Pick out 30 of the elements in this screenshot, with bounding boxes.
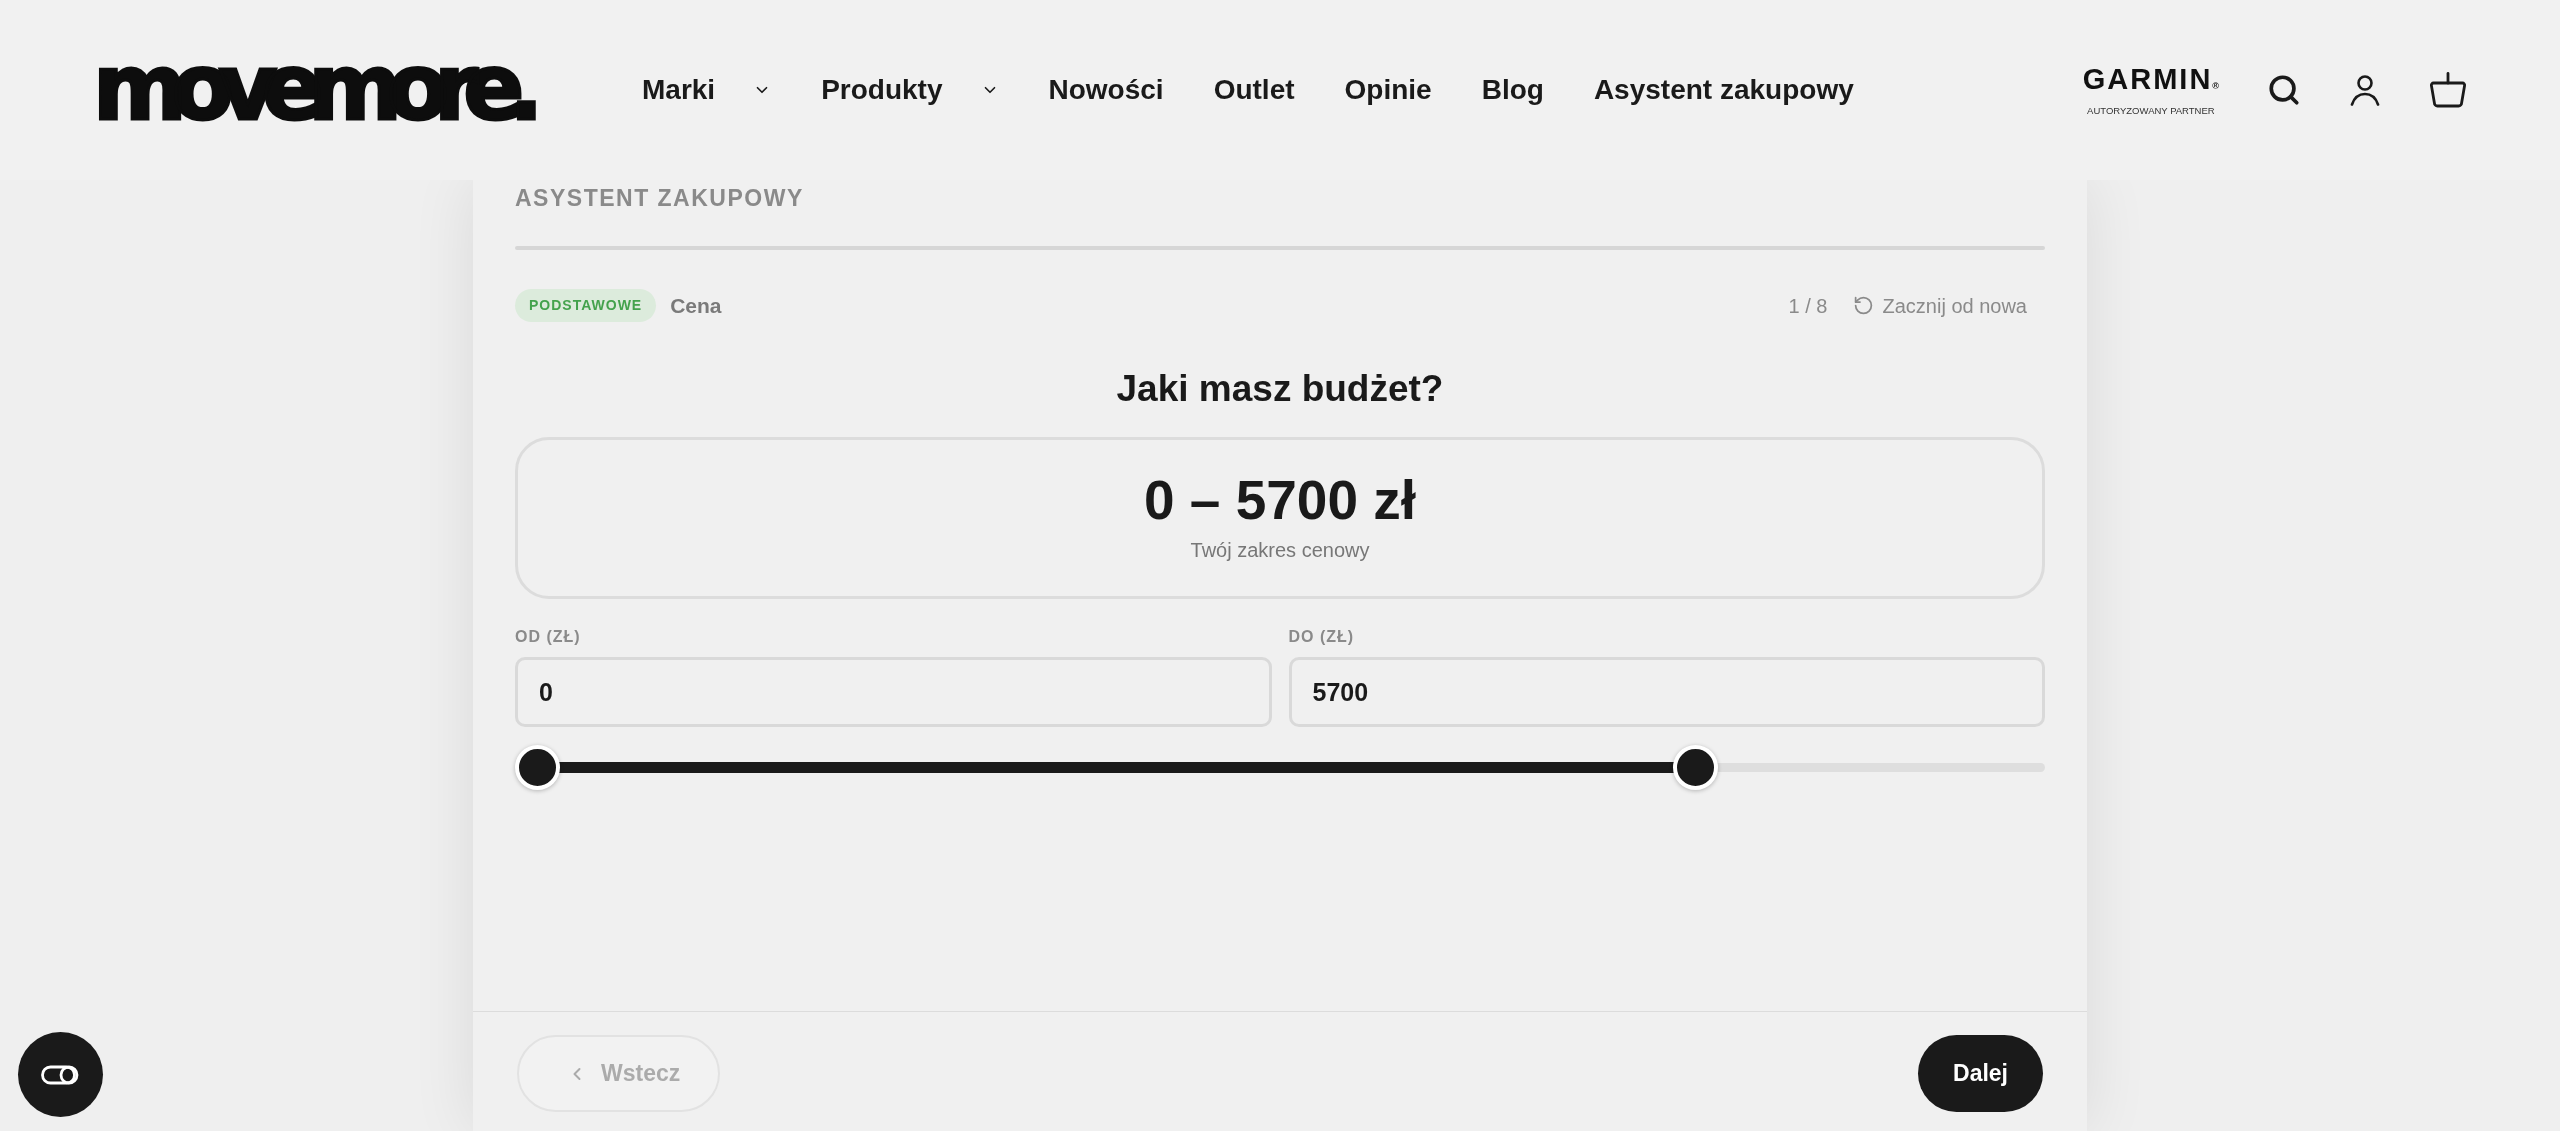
search-icon[interactable] <box>2267 73 2301 107</box>
nav-link[interactable]: Produkty <box>821 73 999 107</box>
step-name: Cena <box>670 292 722 319</box>
field-label: OD (ZŁ) <box>515 627 582 647</box>
price-range-slider[interactable] <box>515 745 2045 790</box>
field-label: DO (ZŁ) <box>1288 627 1356 647</box>
section-heading: ASYSTENT ZAKUPOWY <box>515 184 805 213</box>
toggle-icon <box>40 1063 81 1086</box>
nav-link[interactable]: Opinie <box>1344 73 1432 107</box>
price-range-caption: Twój zakres cenowy <box>1190 538 1370 563</box>
category-tag: PODSTAWOWE <box>515 289 657 322</box>
user-icon[interactable] <box>2349 74 2381 106</box>
logo[interactable]: movemore. <box>93 54 549 121</box>
input-field[interactable]: 0 <box>515 657 1272 727</box>
nav-link[interactable]: Marki <box>642 73 772 107</box>
input-field[interactable]: 5700 <box>1288 657 2045 727</box>
slider-thumb[interactable] <box>515 745 560 790</box>
question-title: Jaki masz budżet? <box>1115 367 1445 411</box>
nav-link[interactable]: Asystent zakupowy <box>1593 73 1854 107</box>
slider-thumb[interactable] <box>1673 745 1719 790</box>
nav-link[interactable]: Outlet <box>1213 73 1295 107</box>
partner-logo: GARMIN® <box>2082 63 2219 97</box>
basket-icon[interactable] <box>2429 72 2467 108</box>
nav-link[interactable]: Nowości <box>1048 73 1164 107</box>
partner-caption: AUTORYZOWANY PARTNER <box>2087 104 2215 117</box>
step-counter: 1 / 8 <box>1788 293 1828 319</box>
restart-icon <box>1853 295 1875 316</box>
price-range-value: 0 – 5700 zł <box>1143 470 1417 530</box>
next-button[interactable]: Dalej <box>1918 1035 2043 1112</box>
nav-link[interactable]: Blog <box>1481 73 1544 107</box>
